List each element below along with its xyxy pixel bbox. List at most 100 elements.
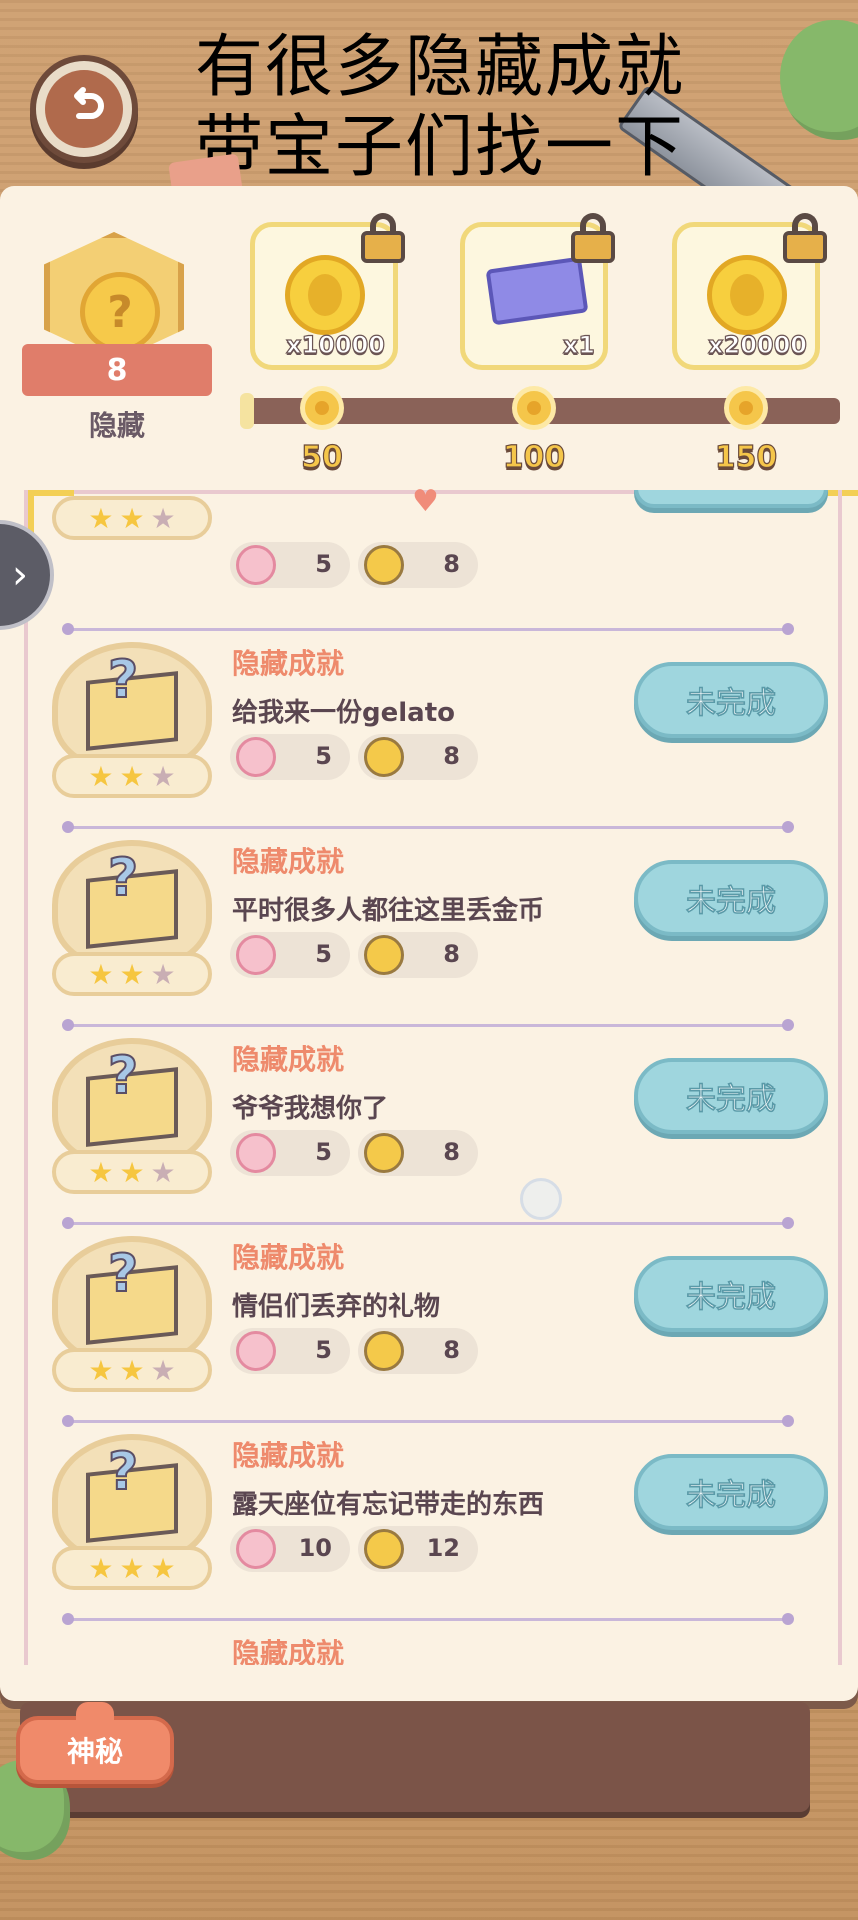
question-mark-icon: ? [107, 847, 139, 909]
coin-value: 8 [443, 550, 460, 578]
progress-fill [240, 393, 254, 429]
overlay-caption: 有很多隐藏成就 带宝子们找一下 [195, 28, 755, 188]
question-mark-icon: ? [107, 1441, 139, 1503]
achievement-item-1: ? ★ ★ ★ 隐藏成就 给我来一份gelato 5 8 未完成 [28, 623, 838, 822]
coin-reward-chip: 8 [358, 1328, 478, 1374]
reward-chips: 5 8 [230, 1130, 478, 1176]
mystery-box-emblem: ★ ★ ★ [52, 490, 212, 588]
heart-icon [236, 1133, 276, 1173]
star-rating: ★ ★ ★ [52, 1348, 212, 1392]
heart-icon [236, 737, 276, 777]
coin-icon [364, 737, 404, 777]
milestone-label-150: 150 [714, 439, 778, 475]
heart-reward-chip: 5 [230, 932, 350, 978]
row-divider [62, 1613, 794, 1625]
question-coin-icon: ? [80, 272, 160, 352]
coin-value: 8 [443, 1138, 460, 1166]
achievement-description: 露天座位有忘记带走的东西 [232, 1490, 545, 1520]
achievement-list[interactable]: ★ ★ ★ 5 8 ? ★ ★ ★ 隐藏成就 给我来一份gelato 5 8 未完成 [24, 490, 842, 1665]
back-button[interactable] [30, 55, 138, 163]
back-arrow-icon [45, 70, 123, 148]
heart-icon [236, 1331, 276, 1371]
star-rating: ★ ★ ★ [52, 1546, 212, 1590]
milestone-label-100: 100 [502, 439, 566, 475]
question-mark-icon: ? [107, 649, 139, 711]
bunny-coin-icon [707, 255, 787, 335]
status-button[interactable] [634, 490, 828, 508]
milestone-marker-50 [300, 386, 344, 430]
star-icon: ★ [119, 501, 145, 535]
coin-icon [364, 545, 404, 585]
achievement-title: 隐藏成就 [232, 845, 345, 878]
lock-icon [783, 213, 827, 263]
achievement-item-3: ? ★ ★ ★ 隐藏成就 爷爷我想你了 5 8 未完成 [28, 1019, 838, 1218]
coin-reward-chip: 8 [358, 932, 478, 978]
touch-indicator [520, 1178, 562, 1220]
star-rating: ★ ★ ★ [52, 754, 212, 798]
heart-value: 5 [315, 1336, 332, 1364]
mystery-box-emblem: ? ★ ★ ★ [52, 642, 212, 802]
bunny-ticket-icon [485, 256, 589, 326]
lock-icon [361, 213, 405, 263]
achievement-description: 给我来一份gelato [232, 698, 455, 728]
coin-icon [364, 935, 404, 975]
heart-icon [236, 545, 276, 585]
coin-value: 8 [443, 940, 460, 968]
milestone-marker-100 [512, 386, 556, 430]
achievement-title: 隐藏成就 [232, 1043, 345, 1076]
mystery-box-emblem: ? ★ ★ ★ [52, 1434, 212, 1594]
star-icon: ★ [150, 1551, 176, 1585]
achievement-title: 隐藏成就 [232, 647, 345, 680]
coin-reward-chip: 12 [358, 1526, 478, 1572]
achievement-item-4: ? ★ ★ ★ 隐藏成就 情侣们丢弃的礼物 5 8 未完成 [28, 1217, 838, 1416]
row-divider [62, 1415, 794, 1427]
list-item-partial: ★ ★ ★ 5 8 [28, 490, 838, 608]
heart-value: 5 [315, 940, 332, 968]
heart-value: 5 [315, 550, 332, 578]
row-divider [62, 1019, 794, 1031]
row-divider [62, 623, 794, 635]
coin-value: 8 [443, 1336, 460, 1364]
achievement-description: 平时很多人都往这里丢金币 [232, 896, 545, 926]
badge-label: 隐藏 [88, 409, 145, 442]
reward-slot-3[interactable]: x20000 [672, 213, 827, 370]
star-rating: ★ ★ ★ [52, 1150, 212, 1194]
lock-icon [571, 213, 615, 263]
hidden-achievement-badge: ? 8 隐藏 [22, 232, 212, 442]
coin-icon [364, 1331, 404, 1371]
achievement-title: 隐藏成就 [232, 1241, 345, 1274]
heart-value: 10 [298, 1534, 332, 1562]
star-icon: ★ [119, 1551, 145, 1585]
incomplete-status-button[interactable]: 未完成 [634, 860, 828, 936]
reward-chips: 5 8 [230, 1328, 478, 1374]
heart-value: 5 [315, 1138, 332, 1166]
star-icon: ★ [88, 759, 114, 793]
incomplete-status-button[interactable]: 未完成 [634, 1454, 828, 1530]
heart-reward-chip: 10 [230, 1526, 350, 1572]
incomplete-status-button[interactable]: 未完成 [634, 1256, 828, 1332]
achievement-title: 隐藏成就 [232, 1439, 345, 1472]
star-icon: ★ [119, 759, 145, 793]
star-icon: ★ [150, 957, 176, 991]
reward-slot-2[interactable]: x1 [460, 213, 615, 370]
star-icon: ★ [88, 1353, 114, 1387]
reward-slot-1[interactable]: x10000 [250, 213, 405, 370]
star-icon: ★ [150, 759, 176, 793]
star-icon: ★ [119, 957, 145, 991]
star-icon: ★ [88, 501, 114, 535]
question-mark-icon: ? [107, 1045, 139, 1107]
heart-reward-chip: 5 [230, 1130, 350, 1176]
reward-quantity: x10000 [285, 330, 385, 359]
coin-value: 8 [443, 742, 460, 770]
mystery-tab-button[interactable]: 神秘 [16, 1702, 174, 1784]
mystery-box-emblem: ? ★ ★ ★ [52, 1236, 212, 1396]
star-icon: ★ [119, 1353, 145, 1387]
reward-chips: 5 8 [230, 542, 478, 588]
heart-reward-chip: 5 [230, 542, 350, 588]
incomplete-status-button[interactable]: 未完成 [634, 662, 828, 738]
reward-chips: 5 8 [230, 932, 478, 978]
incomplete-status-button[interactable]: 未完成 [634, 1058, 828, 1134]
row-divider [62, 821, 794, 833]
badge-count: 8 [22, 344, 212, 396]
row-divider [62, 1217, 794, 1229]
